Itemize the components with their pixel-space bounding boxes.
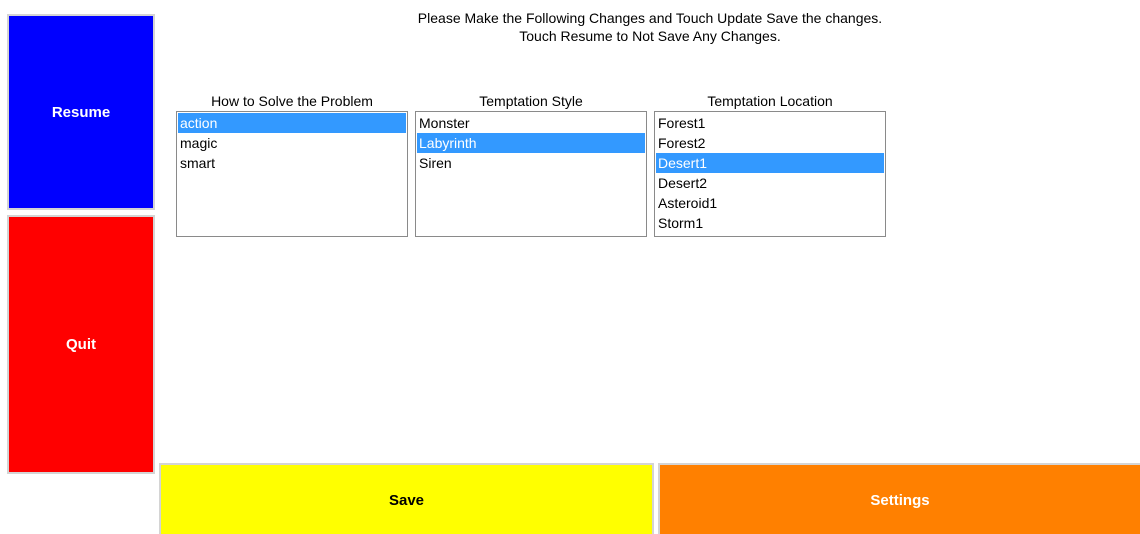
instructions-line-1: Please Make the Following Changes and To… [417, 10, 883, 26]
list-option[interactable]: action [178, 113, 406, 133]
temptation-style-group: Temptation Style Monster Labyrinth Siren [415, 92, 647, 237]
list-option[interactable]: Asteroid1 [656, 193, 884, 213]
list-option[interactable]: Desert1 [656, 153, 884, 173]
temptation-location-group: Temptation Location Forest1 Forest2 Desert… [654, 92, 886, 237]
instructions-line-2: Touch Resume to Not Save Any Changes. [519, 28, 781, 44]
temptation-style-listbox[interactable]: Monster Labyrinth Siren [415, 111, 647, 237]
list-option[interactable]: Labyrinth [417, 133, 645, 153]
list-option[interactable]: Forest2 [656, 133, 884, 153]
list-option[interactable]: smart [178, 153, 406, 173]
list-option[interactable]: Siren [417, 153, 645, 173]
temptation-location-label: Temptation Location [707, 93, 833, 109]
list-option[interactable]: Desert2 [656, 173, 884, 193]
list-option[interactable]: magic [178, 133, 406, 153]
temptation-style-label: Temptation Style [479, 93, 583, 109]
list-option[interactable]: Storm1 [656, 213, 884, 233]
temptation-location-listbox[interactable]: Forest1 Forest2 Desert1 Desert2 Asteroid1 Sto… [654, 111, 886, 237]
solve-problem-group: How to Solve the Problem action magic smar… [176, 92, 408, 237]
list-option[interactable]: Forest1 [656, 113, 884, 133]
solve-problem-listbox[interactable]: action magic smart [176, 111, 408, 237]
solve-problem-label: How to Solve the Problem [211, 93, 373, 109]
save-button[interactable]: Save [159, 463, 654, 534]
game-settings-screen: Resume Quit Please Make the Following Ch… [0, 0, 1140, 534]
settings-button[interactable]: Settings [658, 463, 1140, 534]
list-option[interactable]: Monster [417, 113, 645, 133]
resume-button[interactable]: Resume [7, 14, 155, 210]
quit-button[interactable]: Quit [7, 215, 155, 474]
